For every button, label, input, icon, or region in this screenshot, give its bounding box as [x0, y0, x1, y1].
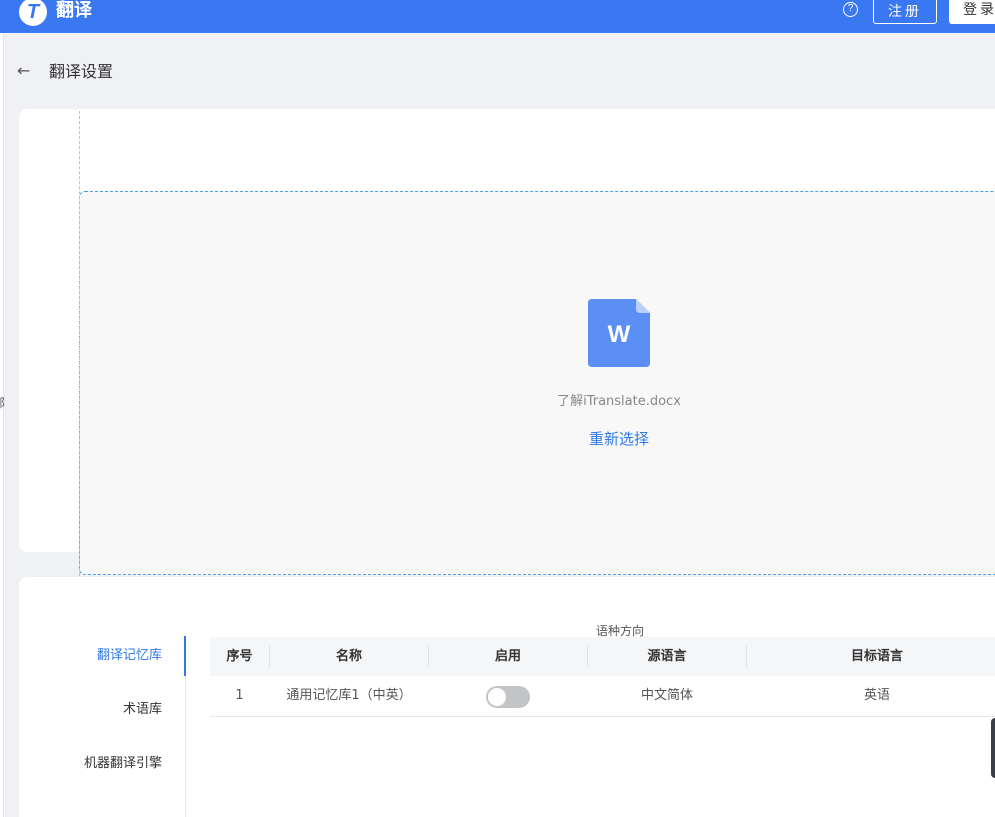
- cell-source-language: 中文简体: [640, 688, 693, 703]
- arrow-left-icon[interactable]: ←: [17, 60, 35, 82]
- floating-side-tab[interactable]: [991, 718, 995, 778]
- cell-target-language: 英语: [863, 688, 890, 703]
- cell-name: 通用记忆库1（中英）: [286, 688, 412, 703]
- top-bar: T 翻译 ? 注册 登录: [0, 0, 995, 33]
- enable-toggle[interactable]: [486, 686, 530, 708]
- file-icon-letter: W: [608, 321, 631, 348]
- tab-terminology[interactable]: 术语库: [123, 700, 162, 720]
- question-circle-icon[interactable]: ?: [843, 2, 858, 17]
- page-title: 翻译设置: [49, 62, 114, 81]
- table-row: 1 通用记忆库1（中英） 中文简体 英语: [210, 676, 995, 717]
- app-title[interactable]: 翻译: [56, 1, 92, 21]
- cell-index: 1: [235, 688, 244, 703]
- column-header-source-language: 源语言: [647, 649, 687, 664]
- logo-t-icon[interactable]: T: [19, 0, 47, 26]
- register-button[interactable]: 注册: [873, 0, 937, 24]
- file-name: 了解iTranslate.docx: [557, 394, 681, 409]
- login-button[interactable]: 登录: [949, 0, 995, 24]
- table-header: 序号 名称 启用 源语言 目标语言: [210, 637, 995, 676]
- tab-machine-translation[interactable]: 机器翻译引擎: [84, 754, 162, 774]
- tab-translation-memory[interactable]: 翻译记忆库: [97, 646, 162, 666]
- column-header-name: 名称: [335, 649, 362, 664]
- toggle-knob: [488, 688, 506, 706]
- column-header-index: 序号: [226, 649, 253, 664]
- column-header-target-language: 目标语言: [850, 649, 903, 664]
- column-header-enabled: 启用: [494, 649, 521, 664]
- active-tab-indicator: [184, 636, 186, 676]
- guide-line: [79, 111, 80, 596]
- sidebar-edge: [0, 33, 4, 817]
- file-drop-zone[interactable]: [79, 191, 995, 575]
- logo-letter: T: [26, 1, 40, 23]
- reselect-file-link[interactable]: 重新选择: [519, 429, 719, 449]
- sidebar-edge-label: 部: [0, 394, 5, 411]
- word-document-icon: W: [588, 299, 650, 367]
